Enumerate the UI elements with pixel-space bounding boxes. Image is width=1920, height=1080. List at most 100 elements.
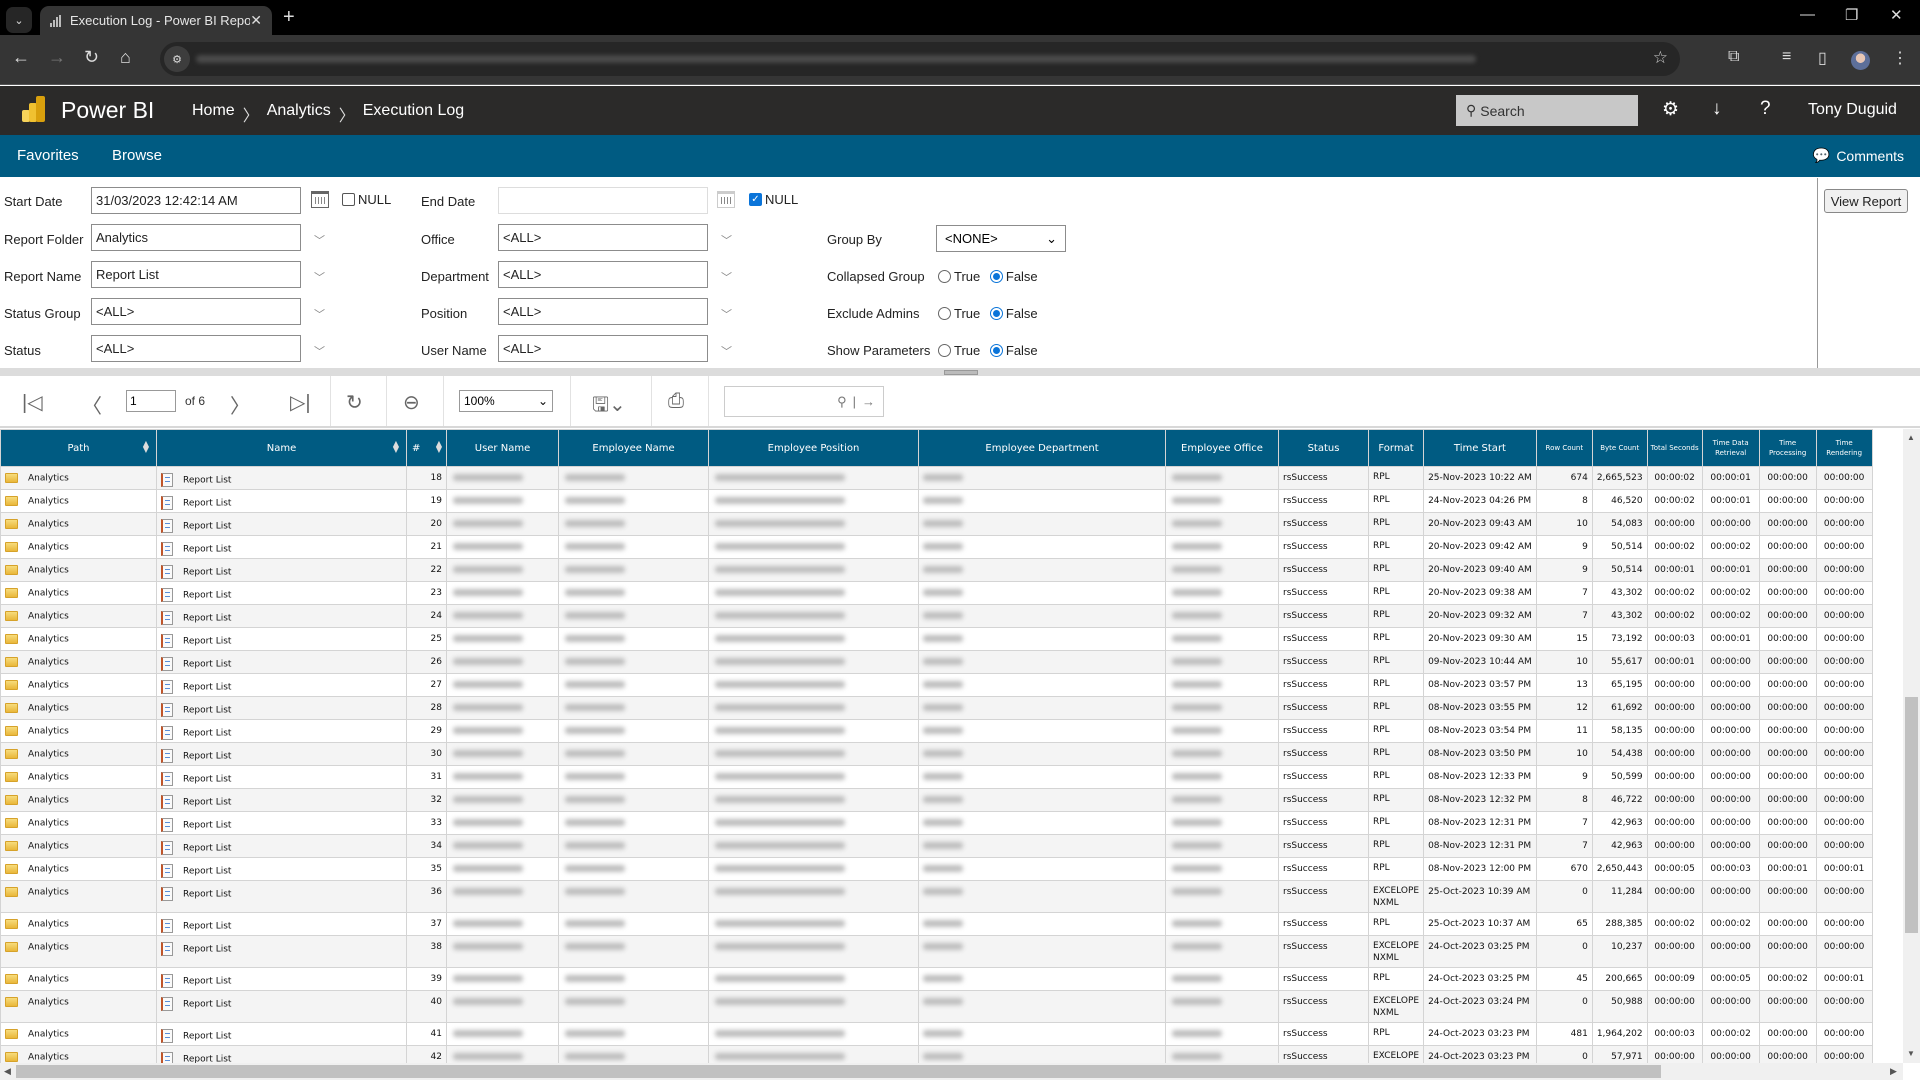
name-cell-text[interactable]: Report List <box>183 867 231 877</box>
name-cell-text[interactable]: Report List <box>183 775 231 785</box>
profile-avatar[interactable] <box>1851 51 1870 70</box>
chevron-down-icon[interactable]: ﹀ <box>314 232 325 248</box>
name-cell-text[interactable]: Report List <box>183 752 231 762</box>
name-cell[interactable]: Report List <box>156 765 407 789</box>
horizontal-scroll-thumb[interactable] <box>16 1065 1661 1078</box>
start-date-null-checkbox[interactable]: NULL <box>342 192 391 207</box>
name-cell-text[interactable]: Report List <box>183 1000 231 1010</box>
user-name[interactable]: Tony Duguid <box>1808 101 1897 119</box>
name-cell-text[interactable]: Report List <box>183 729 231 739</box>
name-cell-text[interactable]: Report List <box>183 798 231 808</box>
chevron-down-icon[interactable]: ﹀ <box>721 232 732 248</box>
path-cell[interactable]: Analytics <box>0 880 157 913</box>
radio-true[interactable] <box>938 270 951 283</box>
path-cell[interactable]: Analytics <box>0 765 157 789</box>
name-cell-text[interactable]: Report List <box>183 568 231 578</box>
path-cell-text[interactable]: Analytics <box>28 842 69 852</box>
path-cell[interactable]: Analytics <box>0 604 157 628</box>
name-cell[interactable]: Report List <box>156 1022 407 1046</box>
report-folder-input[interactable]: Analytics <box>91 224 301 251</box>
home-button[interactable]: ⌂ <box>120 47 131 68</box>
name-cell[interactable]: Report List <box>156 512 407 536</box>
path-cell[interactable]: Analytics <box>0 1022 157 1046</box>
path-cell[interactable]: Analytics <box>0 558 157 582</box>
path-cell[interactable]: Analytics <box>0 857 157 881</box>
department-input[interactable]: <ALL> <box>498 261 708 288</box>
name-cell[interactable]: Report List <box>156 967 407 991</box>
chevron-down-icon[interactable]: ﹀ <box>721 306 732 322</box>
path-cell[interactable]: Analytics <box>0 489 157 513</box>
comments-button[interactable]: 💬 Comments <box>1813 147 1904 164</box>
sort-icon[interactable]: ▲ ▼ <box>436 440 442 454</box>
col-number[interactable]: # ▲ ▼ <box>406 429 447 467</box>
export-save-icon[interactable]: 🖫⌄ <box>592 390 626 424</box>
position-input[interactable]: <ALL> <box>498 298 708 325</box>
name-cell-text[interactable]: Report List <box>183 1032 231 1042</box>
back-button[interactable]: ← <box>12 47 30 68</box>
name-cell[interactable]: Report List <box>156 581 407 605</box>
path-cell-text[interactable]: Analytics <box>28 543 69 553</box>
name-cell[interactable]: Report List <box>156 788 407 812</box>
name-cell[interactable]: Report List <box>156 834 407 858</box>
scroll-down-icon[interactable]: ▼ <box>1907 1049 1915 1058</box>
path-cell[interactable]: Analytics <box>0 581 157 605</box>
path-cell[interactable]: Analytics <box>0 935 157 968</box>
path-cell-text[interactable]: Analytics <box>28 704 69 714</box>
print-icon[interactable]: ⎙ <box>668 390 684 413</box>
path-cell-text[interactable]: Analytics <box>28 497 69 507</box>
parameter-splitter[interactable] <box>0 368 1920 376</box>
close-window-button[interactable]: ✕ <box>1890 6 1903 24</box>
path-cell-text[interactable]: Analytics <box>28 1053 69 1063</box>
vertical-scrollbar[interactable]: ▲ ▼ <box>1903 429 1920 1063</box>
chevron-down-icon[interactable]: ﹀ <box>721 343 732 359</box>
path-cell-text[interactable]: Analytics <box>28 888 69 898</box>
minimize-button[interactable]: — <box>1800 6 1815 23</box>
path-cell-text[interactable]: Analytics <box>28 612 69 622</box>
scroll-right-icon[interactable]: ▶ <box>1890 1066 1897 1077</box>
help-icon[interactable]: ? <box>1760 98 1771 120</box>
group-by-select[interactable]: <NONE> ⌄ <box>936 225 1066 252</box>
path-cell[interactable]: Analytics <box>0 990 157 1023</box>
path-cell-text[interactable]: Analytics <box>28 920 69 930</box>
address-bar[interactable]: ⚙ ☆ <box>160 42 1680 76</box>
status-input[interactable]: <ALL> <box>91 335 301 362</box>
name-cell-text[interactable]: Report List <box>183 706 231 716</box>
name-cell-text[interactable]: Report List <box>183 522 231 532</box>
close-tab-icon[interactable]: ✕ <box>250 12 262 29</box>
calendar-icon[interactable] <box>717 191 735 208</box>
radio-true[interactable] <box>938 307 951 320</box>
path-cell[interactable]: Analytics <box>0 650 157 674</box>
name-cell[interactable]: Report List <box>156 912 407 936</box>
side-panel-icon[interactable]: ▯ <box>1818 48 1827 68</box>
start-date-input[interactable]: 31/03/2023 12:42:14 AM <box>91 187 301 214</box>
col-path[interactable]: Path ▲ ▼ <box>0 429 157 467</box>
name-cell[interactable]: Report List <box>156 1045 407 1063</box>
name-cell-text[interactable]: Report List <box>183 844 231 854</box>
name-cell[interactable]: Report List <box>156 811 407 835</box>
path-cell-text[interactable]: Analytics <box>28 998 69 1008</box>
name-cell[interactable]: Report List <box>156 719 407 743</box>
path-cell-text[interactable]: Analytics <box>28 635 69 645</box>
name-cell[interactable]: Report List <box>156 650 407 674</box>
find-text-input[interactable]: ⚲ | → <box>724 386 884 417</box>
path-cell[interactable]: Analytics <box>0 834 157 858</box>
breadcrumb-home[interactable]: Home <box>192 102 235 126</box>
path-cell[interactable]: Analytics <box>0 627 157 651</box>
name-cell-text[interactable]: Report List <box>183 591 231 601</box>
path-cell-text[interactable]: Analytics <box>28 796 69 806</box>
app-brand[interactable]: Power BI <box>61 97 154 124</box>
end-date-null-checkbox[interactable]: ✓ NULL <box>749 192 798 207</box>
page-number-input[interactable]: 1 <box>126 390 176 412</box>
chevron-down-icon[interactable]: ﹀ <box>721 269 732 285</box>
back-to-parent-icon[interactable]: ⊖ <box>403 390 420 415</box>
name-cell[interactable]: Report List <box>156 466 407 490</box>
path-cell-text[interactable]: Analytics <box>28 589 69 599</box>
refresh-icon[interactable]: ↻ <box>346 390 363 415</box>
user-name-input[interactable]: <ALL> <box>498 335 708 362</box>
browser-tab[interactable]: Execution Log - Power BI Repor ✕ <box>40 6 272 35</box>
radio-false[interactable] <box>989 307 1003 320</box>
vertical-scroll-thumb[interactable] <box>1905 697 1918 933</box>
next-page-icon[interactable]: 〉 <box>230 390 250 419</box>
path-cell-text[interactable]: Analytics <box>28 943 69 953</box>
view-report-button[interactable]: View Report <box>1824 189 1908 213</box>
